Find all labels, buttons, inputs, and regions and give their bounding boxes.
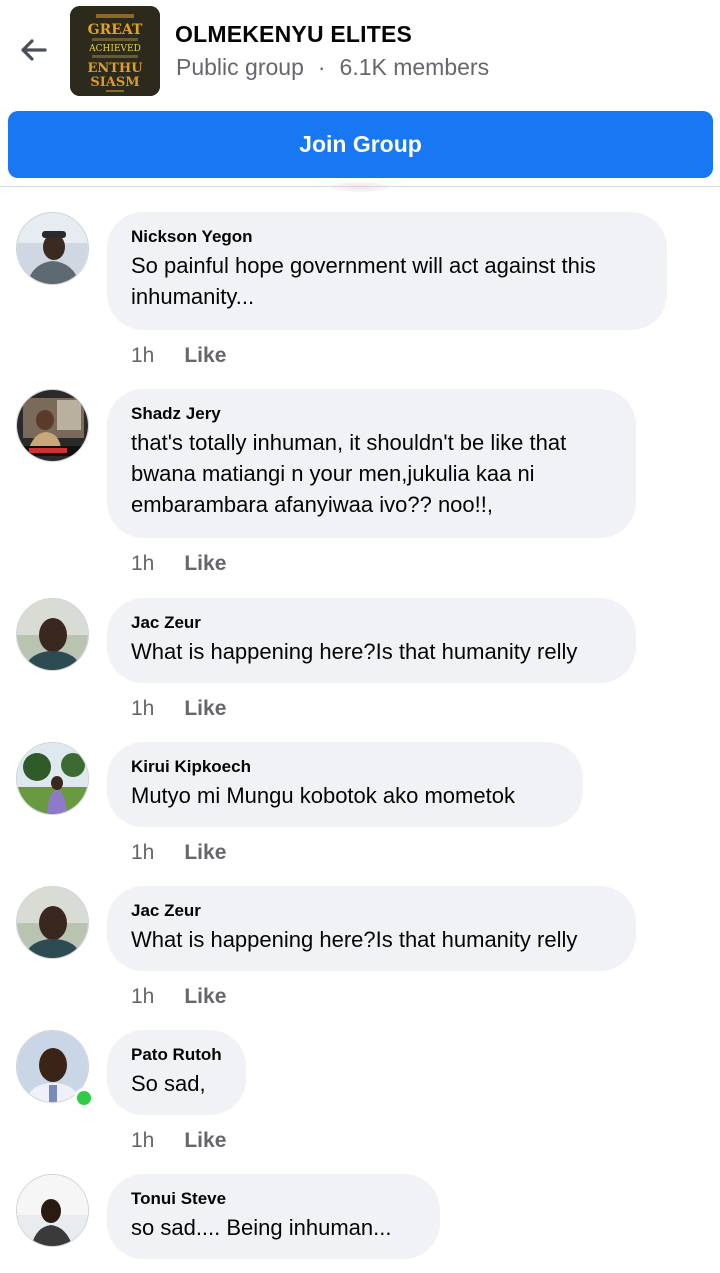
group-privacy: Public group <box>176 54 304 80</box>
comment-text: so sad.... Being inhuman... <box>131 1215 392 1240</box>
comment-time[interactable]: 1h <box>131 697 154 720</box>
comment-text: Mutyo mi Mungu kobotok ako mometok <box>131 783 515 808</box>
avatar[interactable] <box>16 742 89 815</box>
comment-bubble[interactable]: Pato Rutoh So sad, <box>107 1030 246 1115</box>
comment-author[interactable]: Kirui Kipkoech <box>131 756 559 778</box>
separator-dot: · <box>317 54 326 80</box>
comment-author[interactable]: Jac Zeur <box>131 900 612 922</box>
group-info: Public group · 6.1K members <box>176 54 489 81</box>
comment-text: So painful hope government will act agai… <box>131 253 596 309</box>
online-status-dot <box>74 1088 94 1108</box>
like-button[interactable]: Like <box>184 985 226 1008</box>
comment-meta: 1h Like <box>131 697 226 721</box>
svg-text:ENTHU: ENTHU <box>87 61 143 76</box>
comment-bubble[interactable]: Kirui Kipkoech Mutyo mi Mungu kobotok ak… <box>107 742 583 827</box>
comment-meta: 1h Like <box>131 841 226 865</box>
avatar[interactable] <box>16 1174 89 1247</box>
back-button[interactable] <box>14 30 54 70</box>
comment-author[interactable]: Nickson Yegon <box>131 226 643 248</box>
comment-time[interactable]: 1h <box>131 841 154 864</box>
group-cover-thumbnail[interactable]: GREAT ACHIEVED ENTHU SIASM <box>70 6 160 96</box>
comment-author[interactable]: Tonui Steve <box>131 1188 416 1210</box>
group-header: GREAT ACHIEVED ENTHU SIASM OLMEKENYU ELI… <box>0 0 720 100</box>
comment-text: that's totally inhuman, it shouldn't be … <box>131 430 567 517</box>
comment-meta: 1h Like <box>131 1129 226 1153</box>
comment-meta: 1h Like <box>131 344 226 368</box>
join-group-button[interactable]: Join Group <box>8 111 713 178</box>
avatar[interactable] <box>16 886 89 959</box>
scroll-shadow <box>330 182 390 192</box>
comment-meta: 1h Like <box>131 552 226 576</box>
comment-time[interactable]: 1h <box>131 1129 154 1152</box>
like-button[interactable]: Like <box>184 841 226 864</box>
avatar[interactable] <box>16 212 89 285</box>
comment-text: What is happening here?Is that humanity … <box>131 639 578 664</box>
comment-text: So sad, <box>131 1071 206 1096</box>
comment-time[interactable]: 1h <box>131 985 154 1008</box>
avatar[interactable] <box>16 389 89 462</box>
svg-text:SIASM: SIASM <box>90 75 139 90</box>
comment-time[interactable]: 1h <box>131 344 154 367</box>
comment-bubble[interactable]: Shadz Jery that's totally inhuman, it sh… <box>107 389 636 538</box>
back-arrow-icon <box>21 39 47 61</box>
group-name[interactable]: OLMEKENYU ELITES <box>175 21 412 48</box>
member-count[interactable]: 6.1K members <box>340 54 490 80</box>
comment-meta: 1h Like <box>131 985 226 1009</box>
comment-author[interactable]: Jac Zeur <box>131 612 612 634</box>
comment-text: What is happening here?Is that humanity … <box>131 927 578 952</box>
comment-bubble[interactable]: Jac Zeur What is happening here?Is that … <box>107 598 636 683</box>
like-button[interactable]: Like <box>184 552 226 575</box>
comment-author[interactable]: Pato Rutoh <box>131 1044 222 1066</box>
comment-bubble[interactable]: Nickson Yegon So painful hope government… <box>107 212 667 330</box>
comment-time[interactable]: 1h <box>131 552 154 575</box>
avatar[interactable] <box>16 598 89 671</box>
svg-text:ACHIEVED: ACHIEVED <box>88 44 141 54</box>
comment-author[interactable]: Shadz Jery <box>131 403 612 425</box>
comment-bubble[interactable]: Tonui Steve so sad.... Being inhuman... <box>107 1174 440 1259</box>
comment-bubble[interactable]: Jac Zeur What is happening here?Is that … <box>107 886 636 971</box>
like-button[interactable]: Like <box>184 344 226 367</box>
svg-text:GREAT: GREAT <box>88 22 143 38</box>
like-button[interactable]: Like <box>184 697 226 720</box>
like-button[interactable]: Like <box>184 1129 226 1152</box>
